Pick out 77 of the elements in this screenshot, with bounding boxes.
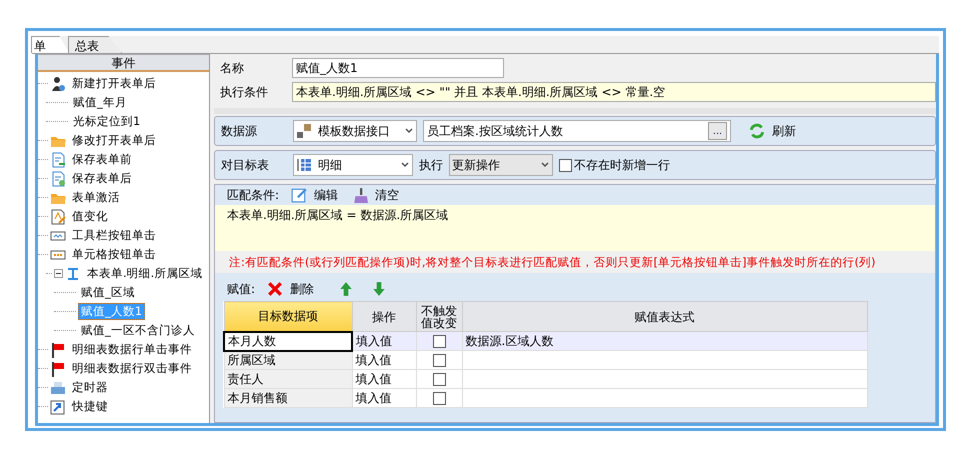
flag-icon xyxy=(50,342,66,358)
source-dropdown[interactable]: 模板数据接口 xyxy=(293,120,417,142)
tab[interactable]: 总表 xyxy=(68,36,122,53)
tree-item[interactable]: 保存表单前 xyxy=(69,151,135,168)
flag-icon xyxy=(50,360,66,376)
table-cell[interactable]: 责任人 xyxy=(224,370,352,388)
pencil-icon xyxy=(50,208,66,224)
caret-icon xyxy=(404,126,414,136)
collapse-toggle[interactable] xyxy=(54,269,63,278)
tree-item[interactable]: 快捷键 xyxy=(69,398,111,415)
field-label: 数据源 xyxy=(220,122,258,140)
source-field[interactable]: 员工档案.按区域统计人数 ... xyxy=(423,120,731,142)
checkbox[interactable] xyxy=(432,335,446,348)
tree-item[interactable]: 工具栏按钮单击 xyxy=(69,227,159,244)
document-icon xyxy=(50,152,66,168)
column-header: 目标数据项 xyxy=(224,302,352,332)
action-dropdown[interactable]: 更新操作 xyxy=(449,154,553,176)
edit-icon xyxy=(291,187,308,203)
table-cell[interactable]: 本月人数 xyxy=(224,332,352,350)
add-row-checkbox[interactable]: 不存在时新增一行 xyxy=(559,156,670,174)
expression-field[interactable]: 本表单.明细.所属区域 = 数据源.所属区域 xyxy=(215,205,935,251)
tree-item[interactable]: 光标定位到1 xyxy=(70,113,144,130)
checkbox[interactable] xyxy=(432,373,446,386)
edit-button[interactable]: 编辑 xyxy=(289,186,340,204)
refresh-icon xyxy=(749,123,765,139)
table-cell: 填入值 xyxy=(352,370,416,388)
tree-item[interactable]: 赋值_一区不含门诊人 xyxy=(78,322,198,339)
refresh-button[interactable]: 刷新 xyxy=(747,122,798,140)
tree-item[interactable]: 值变化 xyxy=(69,208,111,225)
caret-icon xyxy=(540,160,550,170)
caret-icon xyxy=(400,160,410,170)
document-icon xyxy=(50,170,66,186)
field-label: 名称 xyxy=(219,60,245,76)
tree-item[interactable]: 表单激活 xyxy=(69,189,123,206)
field-label: 对目标表 xyxy=(220,156,270,174)
section-label: 匹配条件: xyxy=(227,186,280,204)
shortcut-icon xyxy=(50,398,66,414)
warning-note: 注:有匹配条件(或行列匹配操作项)时,将对整个目标表进行匹配赋值，否则只更新[单元格按钮单击]事件触发时所在的行(列) xyxy=(215,251,935,273)
close-icon xyxy=(267,281,284,297)
tree-item[interactable]: 明细表数据行单击事件 xyxy=(69,341,195,358)
person-icon xyxy=(50,76,66,92)
tree-item[interactable]: 保存表单后 xyxy=(69,170,135,187)
tree-item[interactable]: 修改打开表单后 xyxy=(69,132,159,149)
panel-header: 事件 xyxy=(38,54,209,72)
table-cell[interactable]: 本月销售额 xyxy=(224,388,352,408)
tree-item[interactable]: 单元格按钮单击 xyxy=(69,246,159,263)
column-header: 操作 xyxy=(352,302,416,332)
tree-item[interactable]: 新建打开表单后 xyxy=(69,75,159,92)
table-cell: 填入值 xyxy=(352,332,416,350)
field-label: 执行 xyxy=(419,156,443,174)
table-dropdown[interactable]: 明细 xyxy=(293,154,413,176)
checkbox[interactable] xyxy=(432,392,446,406)
table-cell: 填入值 xyxy=(352,350,416,370)
tree-item[interactable]: 赋值_区域 xyxy=(78,284,138,301)
browse-button[interactable]: ... xyxy=(708,122,727,140)
arrow-up-icon xyxy=(338,281,354,297)
name-field[interactable]: 赋值_人数1 xyxy=(292,58,504,78)
field-label: 执行条件 xyxy=(219,84,269,100)
table-cell: 数据源.区域人数 xyxy=(462,332,867,350)
section-label: 赋值: xyxy=(227,280,256,298)
table-cell: 填入值 xyxy=(352,388,416,408)
clear-button[interactable]: 清空 xyxy=(350,186,402,204)
condition-field[interactable]: 本表单.明细.所属区域 <> "" 并且 本表单.明细.所属区域 <> 常量.空 xyxy=(292,82,936,102)
blocks-icon xyxy=(296,123,312,139)
table-icon xyxy=(296,157,312,173)
column-header: 赋值表达式 xyxy=(462,302,867,332)
delete-button[interactable]: 删除 xyxy=(265,280,316,298)
printer-icon xyxy=(50,380,66,396)
column-header: 不触发值改变 xyxy=(416,302,462,332)
tree-item[interactable]: 明细表数据行双击事件 xyxy=(69,360,195,377)
tree-item[interactable]: 本表单.明细.所属区域 xyxy=(84,265,206,282)
arrow-down-icon xyxy=(371,281,388,297)
broom-icon xyxy=(352,187,368,203)
tab[interactable]: 单 xyxy=(31,36,69,53)
tree-item[interactable]: 定时器 xyxy=(69,379,111,396)
tree-item[interactable]: 赋值_年月 xyxy=(70,94,130,111)
checkbox[interactable] xyxy=(432,354,446,368)
